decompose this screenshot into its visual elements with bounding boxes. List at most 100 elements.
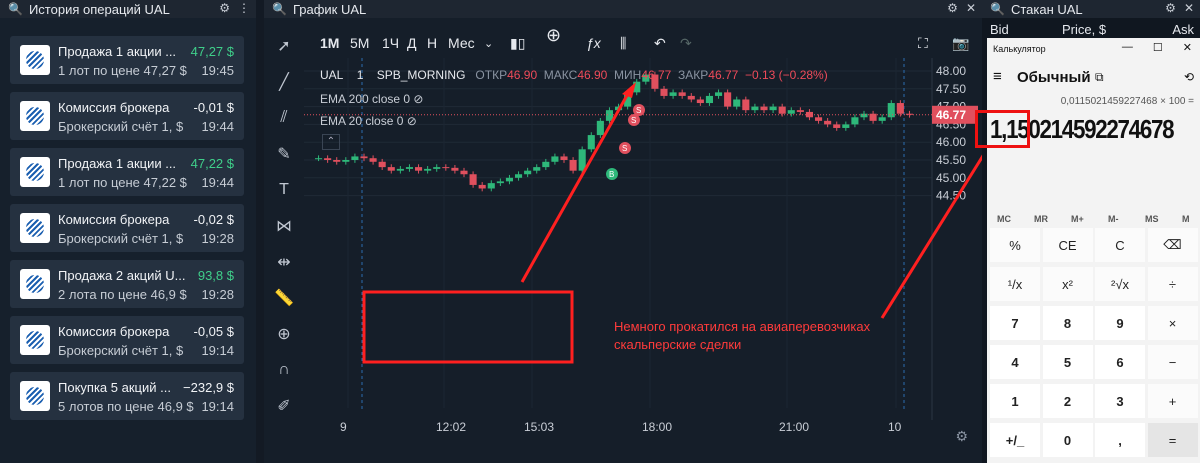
calc-key[interactable]: +/_: [990, 423, 1040, 457]
calc-key[interactable]: +: [1147, 384, 1198, 418]
memory-button[interactable]: M-: [1108, 214, 1119, 224]
operations-history-panel: 🔍 История операций UAL ⚙ ⋮ Продажа 1 акци…: [0, 0, 256, 463]
candle-body: [542, 161, 550, 168]
calc-key[interactable]: %: [990, 228, 1040, 262]
ask-header: Ask: [1172, 22, 1194, 37]
minimize-icon[interactable]: —: [1122, 41, 1133, 54]
operation-title: Комиссия брокера: [58, 100, 170, 115]
annotation-arrow: [520, 89, 632, 283]
calc-key[interactable]: 6: [1095, 345, 1145, 379]
company-logo: [20, 381, 50, 411]
chart-panel: 🔍 График UAL ⚙ ✕ 1М 5М 1Ч Д Н Мес ⌄ ▮▯ ⊕ …: [264, 0, 982, 463]
candle-body: [469, 174, 477, 185]
calc-key[interactable]: CE: [1042, 228, 1093, 262]
eye-off-icon[interactable]: ⊘: [407, 114, 417, 128]
memory-button[interactable]: MC: [997, 214, 1011, 224]
memory-button[interactable]: MR: [1034, 214, 1048, 224]
close-icon[interactable]: ✕: [1184, 1, 1194, 15]
candle-body: [387, 167, 395, 171]
history-icon[interactable]: ⟲: [1184, 70, 1194, 84]
company-logo: [20, 45, 50, 75]
price-tick: 48.00: [936, 64, 966, 78]
calc-key[interactable]: 7: [990, 306, 1040, 340]
calc-key[interactable]: 2: [1042, 384, 1093, 418]
calc-key[interactable]: ²√x: [1095, 267, 1145, 301]
operation-subtitle: 5 лотов по цене 46,9 $: [58, 399, 194, 414]
price-tick: 45.00: [936, 171, 966, 185]
operation-subtitle: Брокерский счёт 1, $: [58, 231, 184, 246]
operation-subtitle: 1 лот по цене 47,27 $: [58, 63, 187, 78]
operation-item[interactable]: Комиссия брокера Брокерский счёт 1, $ -0…: [10, 316, 244, 364]
hamburger-icon[interactable]: ≡: [993, 68, 1002, 85]
memory-button[interactable]: M+: [1071, 214, 1084, 224]
calc-key[interactable]: 0: [1042, 423, 1093, 457]
candle-body: [678, 92, 686, 96]
gear-icon[interactable]: ⚙: [1165, 1, 1176, 15]
candle-body: [751, 106, 759, 111]
legend-symbol: UAL: [320, 68, 344, 82]
candle-body: [715, 92, 723, 96]
memory-button[interactable]: MS: [1145, 214, 1159, 224]
candle-body: [569, 160, 577, 171]
operation-time: 19:28: [201, 287, 234, 302]
close-icon[interactable]: ✕: [1183, 41, 1192, 54]
calc-key[interactable]: =: [1147, 423, 1198, 457]
operation-time: 19:45: [201, 63, 234, 78]
candle-body: [405, 167, 413, 169]
operation-title: Комиссия брокера: [58, 324, 170, 339]
operation-subtitle: Брокерский счёт 1, $: [58, 119, 184, 134]
calc-key[interactable]: 1: [990, 384, 1040, 418]
candle-body: [560, 156, 568, 160]
calc-key[interactable]: ¹/x: [990, 267, 1040, 301]
calc-key[interactable]: −: [1147, 345, 1198, 379]
calc-key[interactable]: 3: [1095, 384, 1145, 418]
operation-item[interactable]: Продажа 1 акции ... 1 лот по цене 47,27 …: [10, 36, 244, 84]
maximize-icon[interactable]: ☐: [1153, 41, 1163, 54]
candle-body: [451, 167, 459, 171]
candle-body: [833, 124, 841, 128]
operation-item[interactable]: Комиссия брокера Брокерский счёт 1, $ -0…: [10, 204, 244, 252]
search-icon[interactable]: 🔍: [8, 2, 23, 16]
calc-key[interactable]: ×: [1147, 306, 1198, 340]
ema200-label[interactable]: EMA 200 close 0 ⊘: [320, 92, 423, 106]
price-tick: 47.50: [936, 82, 966, 96]
operation-item[interactable]: Продажа 1 акции ... 1 лот по цене 47,22 …: [10, 148, 244, 196]
price-header: Price, $: [1062, 22, 1107, 37]
collapse-legend-button[interactable]: ⌃: [322, 134, 340, 150]
calc-mode: Обычный: [1017, 69, 1091, 86]
candle-body: [415, 167, 423, 171]
calc-key[interactable]: 9: [1095, 306, 1145, 340]
bid-header: Bid: [990, 22, 1009, 37]
memory-button[interactable]: M: [1182, 214, 1190, 224]
candle-body: [524, 170, 532, 175]
candle-body: [460, 170, 468, 175]
company-logo: [20, 269, 50, 299]
keep-on-top-icon[interactable]: ⧉: [1095, 70, 1104, 85]
chart-settings-icon[interactable]: ⚙: [955, 428, 968, 445]
calc-key[interactable]: 4: [990, 345, 1040, 379]
highlight-box: [975, 110, 1030, 148]
candle-body: [815, 117, 823, 121]
candle-body: [369, 158, 377, 162]
gear-icon[interactable]: ⚙: [219, 1, 230, 15]
operation-time: 19:14: [201, 343, 234, 358]
operation-item[interactable]: Покупка 5 акций ... 5 лотов по цене 46,9…: [10, 372, 244, 420]
calc-key[interactable]: ⌫: [1147, 228, 1198, 262]
calc-key[interactable]: C: [1095, 228, 1145, 262]
candle-body: [378, 161, 386, 168]
calc-key[interactable]: 8: [1042, 306, 1093, 340]
operation-title: Продажа 2 акций U...: [58, 268, 186, 283]
time-tick: 12:02: [436, 420, 466, 434]
legend-high: 46.90: [577, 68, 608, 82]
operation-item[interactable]: Продажа 2 акций U... 2 лота по цене 46,9…: [10, 260, 244, 308]
eye-off-icon[interactable]: ⊘: [413, 92, 423, 106]
calc-key[interactable]: ÷: [1147, 267, 1198, 301]
search-icon[interactable]: 🔍: [990, 2, 1005, 16]
calc-key[interactable]: ,: [1095, 423, 1145, 457]
calc-key[interactable]: 5: [1042, 345, 1093, 379]
calc-key[interactable]: x²: [1042, 267, 1093, 301]
operation-title: Продажа 1 акции ...: [58, 156, 177, 171]
ema20-label[interactable]: EMA 20 close 0 ⊘: [320, 114, 417, 128]
more-icon[interactable]: ⋮: [238, 1, 250, 15]
operation-item[interactable]: Комиссия брокера Брокерский счёт 1, $ -0…: [10, 92, 244, 140]
